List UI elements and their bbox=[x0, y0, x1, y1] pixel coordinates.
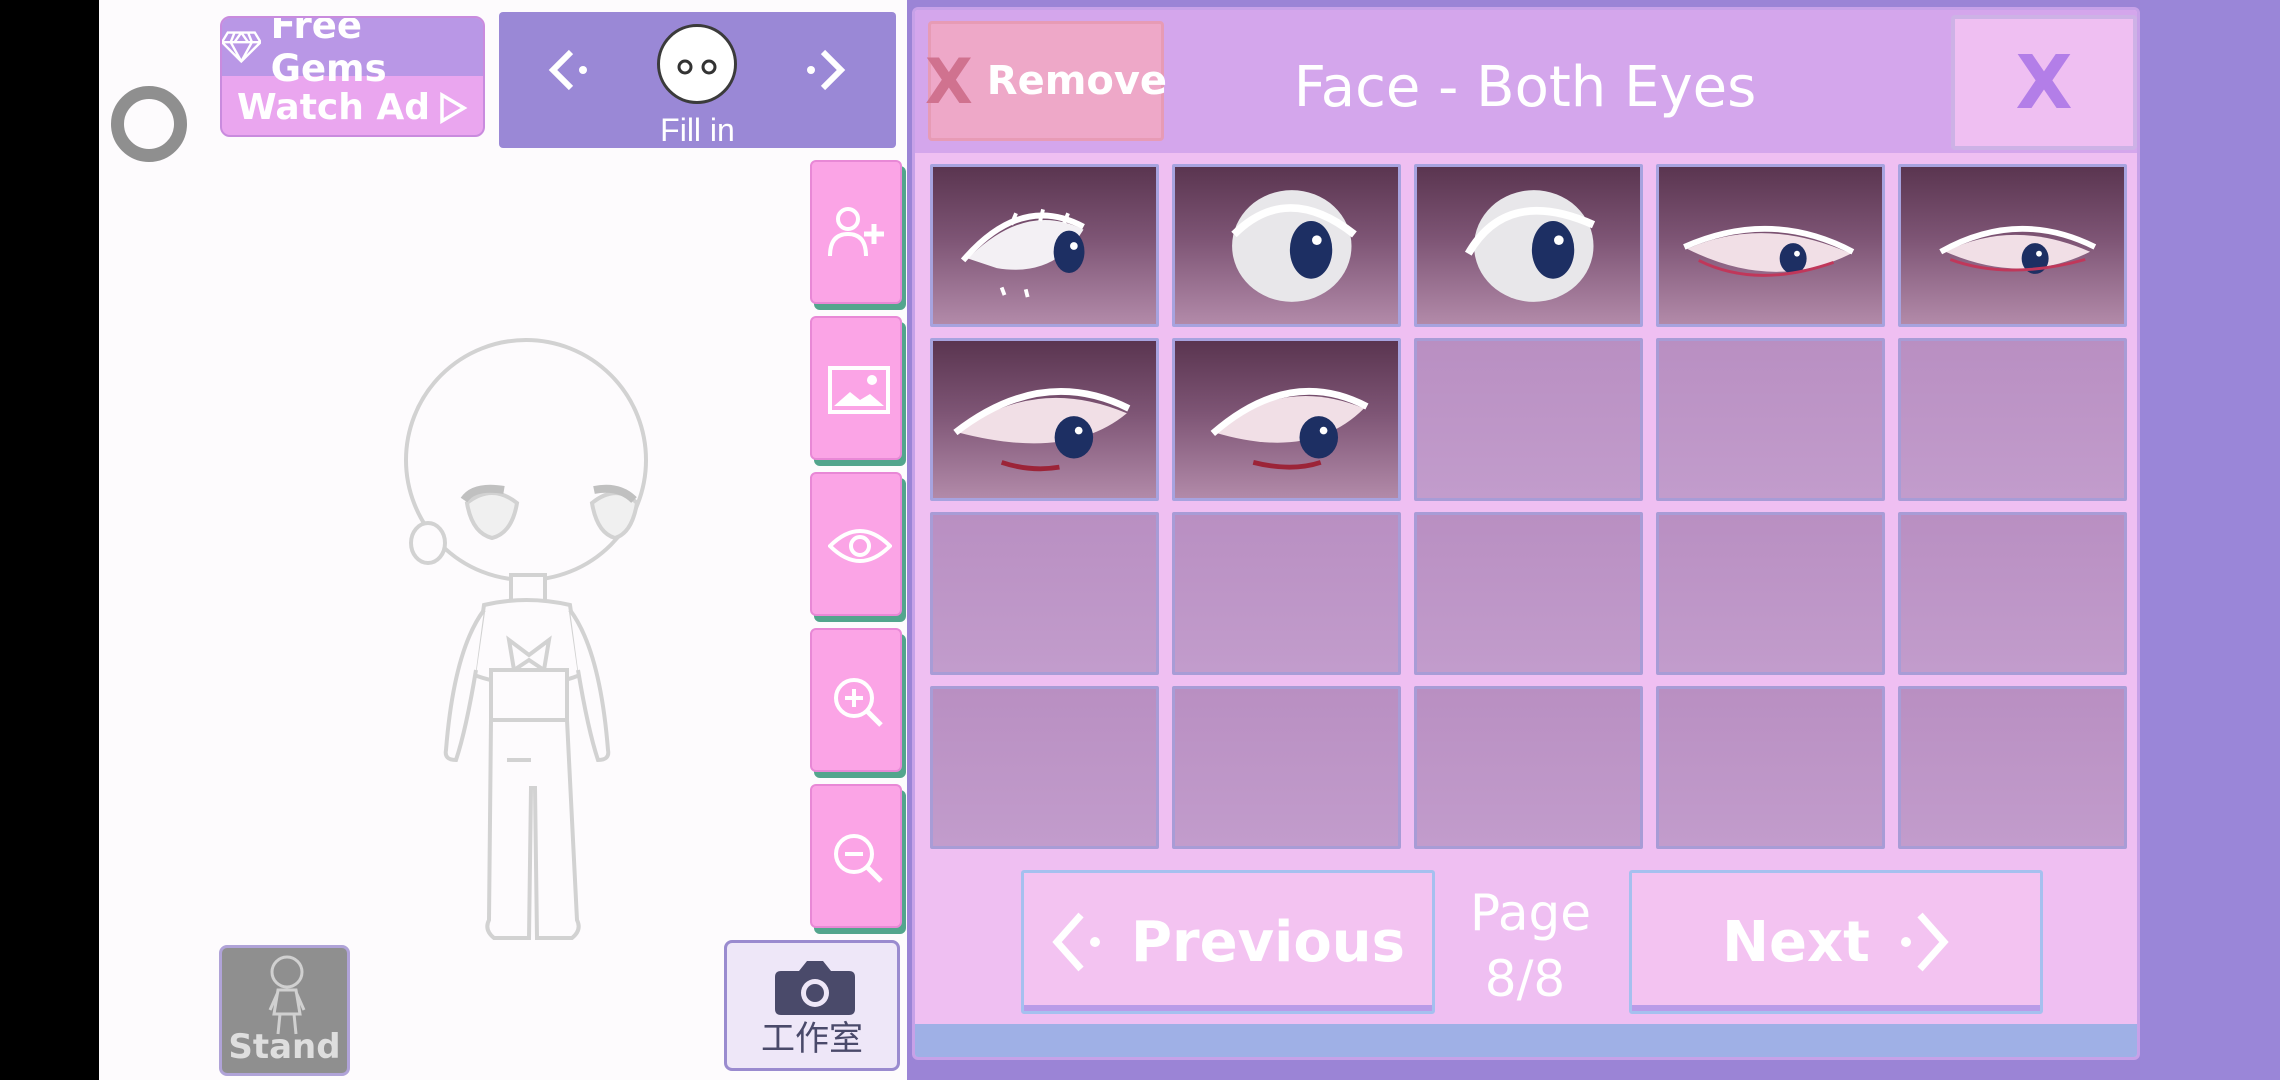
eye-icon bbox=[828, 529, 892, 563]
empty-slot bbox=[1414, 512, 1643, 675]
previous-page-button[interactable]: Previous bbox=[1021, 870, 1435, 1014]
eye-thumbnail-icon bbox=[1464, 190, 1596, 302]
empty-slot bbox=[930, 686, 1159, 849]
dialog-title: Face - Both Eyes bbox=[1293, 55, 1757, 120]
eye-option-2[interactable] bbox=[1172, 164, 1401, 327]
character-mode-chooser: Fill in bbox=[499, 12, 896, 148]
character-preview-area bbox=[99, 0, 907, 1080]
close-icon: X bbox=[2015, 39, 2073, 126]
eye-option-7[interactable] bbox=[1172, 338, 1401, 501]
dialog-footer bbox=[915, 1024, 2137, 1057]
free-gems-button[interactable]: Free Gems Watch Ad bbox=[220, 16, 485, 137]
empty-slot bbox=[1898, 686, 2127, 849]
chevron-right-icon bbox=[1900, 912, 1949, 972]
loading-ring-icon bbox=[111, 86, 187, 162]
right-margin bbox=[2140, 0, 2280, 1080]
play-icon bbox=[440, 91, 468, 124]
eye-selection-dialog: X Remove Face - Both Eyes X Previous Pag… bbox=[912, 7, 2140, 1060]
empty-slot bbox=[1172, 686, 1401, 849]
empty-slot bbox=[1414, 338, 1643, 501]
eye-thumbnail-icon bbox=[953, 388, 1131, 472]
chevron-left-icon bbox=[548, 49, 587, 91]
eye-thumbnail-icon bbox=[1210, 387, 1369, 470]
close-button[interactable]: X bbox=[1951, 15, 2137, 150]
empty-slot bbox=[1656, 338, 1885, 501]
add-character-button[interactable] bbox=[810, 160, 902, 304]
empty-slot bbox=[1898, 338, 2127, 501]
visibility-button[interactable] bbox=[810, 472, 902, 616]
background-button[interactable] bbox=[810, 316, 902, 460]
character-sketch bbox=[404, 338, 648, 940]
zoom-in-icon bbox=[834, 678, 883, 727]
add-person-icon bbox=[828, 207, 884, 257]
studio-button[interactable]: 工作室 bbox=[724, 940, 900, 1071]
empty-slot bbox=[1898, 512, 2127, 675]
eye-thumbnail-icon bbox=[960, 208, 1085, 298]
remove-x-icon: X bbox=[924, 44, 973, 118]
remove-button[interactable]: X Remove bbox=[924, 21, 1168, 141]
free-gems-label: Free Gems bbox=[270, 16, 387, 90]
page-value: 8/8 bbox=[1484, 950, 1566, 1008]
eye-thumbnail-icon bbox=[1683, 225, 1855, 277]
dialog-header: X Remove Face - Both Eyes X bbox=[915, 10, 2137, 153]
empty-slot bbox=[1656, 512, 1885, 675]
zoom-in-button[interactable] bbox=[810, 628, 902, 772]
page-indicator: Page 8/8 bbox=[1470, 880, 1592, 1012]
character-pose-icon bbox=[268, 955, 306, 1035]
stand-pose-button[interactable]: Stand bbox=[219, 945, 350, 1076]
eye-option-1[interactable] bbox=[930, 164, 1159, 327]
eye-option-5[interactable] bbox=[1898, 164, 2127, 327]
next-page-button[interactable]: Next bbox=[1629, 870, 2043, 1014]
chooser-next-button[interactable] bbox=[791, 40, 851, 100]
empty-slot bbox=[1414, 686, 1643, 849]
zoom-out-button[interactable] bbox=[810, 784, 902, 928]
watch-ad-label: Watch Ad bbox=[236, 87, 431, 128]
background-image-icon bbox=[828, 366, 890, 414]
stand-label: Stand bbox=[228, 1027, 341, 1067]
gem-icon bbox=[222, 31, 261, 64]
remove-label: Remove bbox=[986, 58, 1168, 104]
chevron-right-icon bbox=[807, 49, 846, 91]
empty-slot bbox=[930, 512, 1159, 675]
empty-slot bbox=[1172, 512, 1401, 675]
chooser-prev-button[interactable] bbox=[543, 40, 603, 100]
fill-in-label: Fill in bbox=[660, 112, 735, 148]
empty-slot bbox=[1656, 686, 1885, 849]
eye-option-grid bbox=[930, 164, 2131, 858]
eye-option-6[interactable] bbox=[930, 338, 1159, 501]
previous-label: Previous bbox=[1130, 909, 1405, 975]
page-label: Page bbox=[1470, 884, 1592, 942]
face-preview-icon[interactable] bbox=[657, 24, 737, 104]
zoom-out-icon bbox=[834, 834, 883, 883]
chevron-left-icon bbox=[1052, 912, 1100, 972]
eye-thumbnail-icon bbox=[1939, 225, 2097, 274]
studio-label: 工作室 bbox=[761, 1019, 863, 1059]
eye-option-4[interactable] bbox=[1656, 164, 1885, 327]
eye-thumbnail-icon bbox=[1231, 190, 1357, 302]
next-label: Next bbox=[1722, 909, 1870, 975]
eye-option-3[interactable] bbox=[1414, 164, 1643, 327]
